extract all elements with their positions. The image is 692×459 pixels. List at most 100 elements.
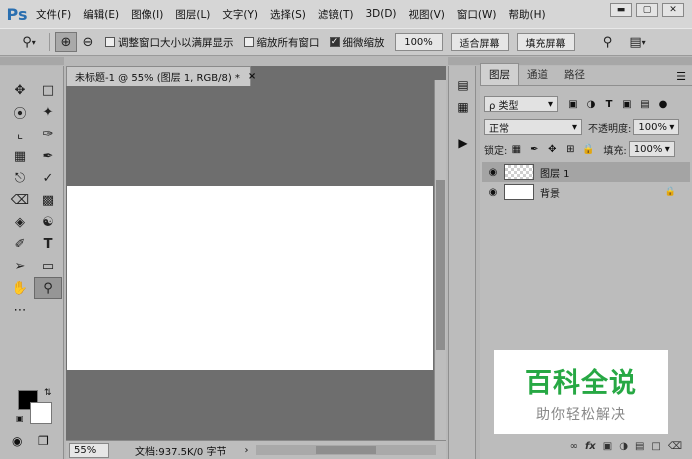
blur-tool[interactable]: ◈	[6, 211, 34, 233]
new-layer-icon[interactable]: □	[651, 441, 660, 452]
layer-thumbnail	[504, 184, 534, 200]
maximize-button[interactable]: ▢	[636, 3, 658, 17]
zoom-out-icon: ⊖	[82, 34, 94, 50]
menu-filter[interactable]: 滤镜(T)	[312, 7, 360, 22]
layer-row[interactable]: ◉ 背景 🔒	[482, 182, 690, 202]
menu-help[interactable]: 帮助(H)	[503, 7, 552, 22]
rectangle-tool[interactable]: ▭	[34, 255, 62, 277]
lock-pixels-brush-icon[interactable]: ✒	[525, 144, 543, 155]
scrubby-zoom-checkbox[interactable]: ✓ 细微缩放	[329, 35, 385, 50]
search-button[interactable]: ⚲	[597, 32, 619, 52]
lasso-tool[interactable]: ⦿	[6, 101, 34, 123]
filter-pixel-icon[interactable]: ▣	[564, 99, 582, 110]
gradient-tool[interactable]: ▩	[34, 189, 62, 211]
magic-wand-tool[interactable]: ✦	[34, 101, 62, 123]
marquee-tool[interactable]: □	[34, 79, 62, 101]
filter-type-icon[interactable]: T	[600, 99, 618, 110]
edit-toolbar-button[interactable]: ⋯	[6, 299, 34, 321]
fill-field[interactable]: 100% ▾	[628, 141, 675, 157]
brush-tool[interactable]: ✒	[34, 145, 62, 167]
actual-pixels-button[interactable]: 100%	[394, 33, 443, 51]
move-tool[interactable]: ✥	[6, 79, 34, 101]
filter-adjustment-icon[interactable]: ◑	[582, 99, 600, 110]
vertical-scrollbar[interactable]	[434, 80, 446, 440]
stamp-tool[interactable]: ⎋	[6, 167, 34, 189]
vertical-scroll-thumb[interactable]	[436, 180, 445, 350]
eyedropper-tool[interactable]: ✑	[34, 123, 62, 145]
type-tool[interactable]: T	[34, 233, 62, 255]
canvas[interactable]	[67, 186, 433, 370]
history-brush-tool[interactable]: ✓	[34, 167, 62, 189]
swap-colors-icon[interactable]: ⇅	[44, 388, 52, 398]
menu-layer[interactable]: 图层(L)	[169, 7, 216, 22]
menu-file[interactable]: 文件(F)	[30, 7, 77, 22]
menu-3d[interactable]: 3D(D)	[359, 8, 402, 20]
screen-mode-icon[interactable]: ❐	[38, 434, 49, 448]
default-colors-icon[interactable]: ▣	[16, 414, 24, 423]
zoom-in-button[interactable]: ⊕	[55, 32, 77, 52]
menu-view[interactable]: 视图(V)	[403, 7, 451, 22]
resize-windows-checkbox[interactable]: 调整窗口大小以满屏显示	[105, 35, 234, 50]
panel-menu-icon[interactable]: ☰	[676, 70, 686, 83]
options-bar: ⚲ ▾ ⊕ ⊖ 调整窗口大小以满屏显示 缩放所有窗口 ✓ 细微缩放 100% 适合…	[0, 28, 692, 56]
healing-brush-tool[interactable]: ▦	[6, 145, 34, 167]
background-color-swatch[interactable]	[30, 402, 52, 424]
lock-transparent-icon[interactable]: ▦	[507, 144, 525, 155]
link-layers-icon[interactable]: ∞	[570, 441, 578, 452]
trash-icon[interactable]: ⌫	[668, 441, 682, 452]
menu-edit[interactable]: 编辑(E)	[77, 7, 125, 22]
horizontal-scrollbar[interactable]	[256, 445, 436, 455]
zoom-out-button[interactable]: ⊖	[77, 32, 99, 52]
menu-image[interactable]: 图像(I)	[125, 7, 169, 22]
blend-mode-dropdown[interactable]: 正常 ▾	[484, 119, 582, 135]
fit-screen-button[interactable]: 适合屏幕	[450, 33, 509, 51]
quick-mask-icon[interactable]: ◉	[12, 434, 22, 448]
opacity-field[interactable]: 100% ▾	[633, 119, 680, 135]
horizontal-scroll-thumb[interactable]	[316, 446, 376, 454]
add-mask-icon[interactable]: ▣	[603, 441, 612, 452]
tab-paths[interactable]: 路径	[556, 64, 593, 85]
filter-shape-icon[interactable]: ▣	[618, 99, 636, 110]
checkbox-box	[243, 37, 254, 47]
visibility-eye-icon[interactable]: ◉	[482, 167, 504, 178]
lock-all-icon[interactable]: 🔒	[579, 144, 597, 155]
zoom-level-field[interactable]: 55%	[69, 442, 109, 458]
layer-effects-icon[interactable]: fx	[585, 441, 596, 452]
crop-tool[interactable]: ⌞	[6, 123, 34, 145]
tab-channels[interactable]: 通道	[519, 64, 556, 85]
workspace-switcher[interactable]: ▤ ▾	[623, 32, 653, 52]
eraser-tool[interactable]: ⌫	[6, 189, 34, 211]
zoom-all-checkbox[interactable]: 缩放所有窗口	[243, 35, 320, 50]
dodge-tool[interactable]: ☯	[34, 211, 62, 233]
close-button[interactable]: ✕	[662, 3, 684, 17]
adjustment-layer-icon[interactable]: ◑	[619, 441, 628, 452]
stamp-icon: ⎋	[14, 170, 26, 186]
menu-select[interactable]: 选择(S)	[264, 7, 312, 22]
toolbox-collapse-strip[interactable]	[0, 57, 64, 65]
magnifier-icon: ⚲	[22, 34, 32, 50]
lock-artboard-icon[interactable]: ⊞	[561, 144, 579, 155]
document-tab[interactable]: 未标题-1 @ 55% (图层 1, RGB/8) * ×	[66, 66, 256, 86]
filter-toggle-icon[interactable]: ●	[654, 99, 672, 110]
menu-type[interactable]: 文字(Y)	[216, 7, 264, 22]
layer-row[interactable]: ◉ 图层 1	[482, 162, 690, 182]
visibility-eye-icon[interactable]: ◉	[482, 187, 504, 198]
menu-window[interactable]: 窗口(W)	[451, 7, 503, 22]
hand-tool[interactable]: ✋	[6, 277, 34, 299]
path-selection-tool[interactable]: ➢	[6, 255, 34, 277]
fill-screen-button[interactable]: 填充屏幕	[516, 33, 575, 51]
group-folder-icon[interactable]: ▤	[635, 441, 644, 452]
zoom-tool[interactable]: ⚲	[34, 277, 62, 299]
minimize-button[interactable]: ▬	[610, 3, 632, 17]
lock-position-icon[interactable]: ✥	[543, 144, 561, 155]
status-menu-arrow[interactable]: ›	[244, 445, 248, 456]
play-actions-icon[interactable]: ▶	[454, 134, 472, 152]
filter-smart-object-icon[interactable]: ▤	[636, 99, 654, 110]
tab-layers[interactable]: 图层	[480, 63, 519, 85]
properties-panel-icon[interactable]: ▦	[454, 98, 472, 116]
history-panel-icon[interactable]: ▤	[454, 76, 472, 94]
tab-close-icon[interactable]: ×	[248, 71, 256, 82]
pen-tool[interactable]: ✐	[6, 233, 34, 255]
filter-kind-dropdown[interactable]: ρ 类型 ▾	[484, 96, 558, 112]
tool-preset-picker[interactable]: ⚲ ▾	[14, 32, 44, 52]
